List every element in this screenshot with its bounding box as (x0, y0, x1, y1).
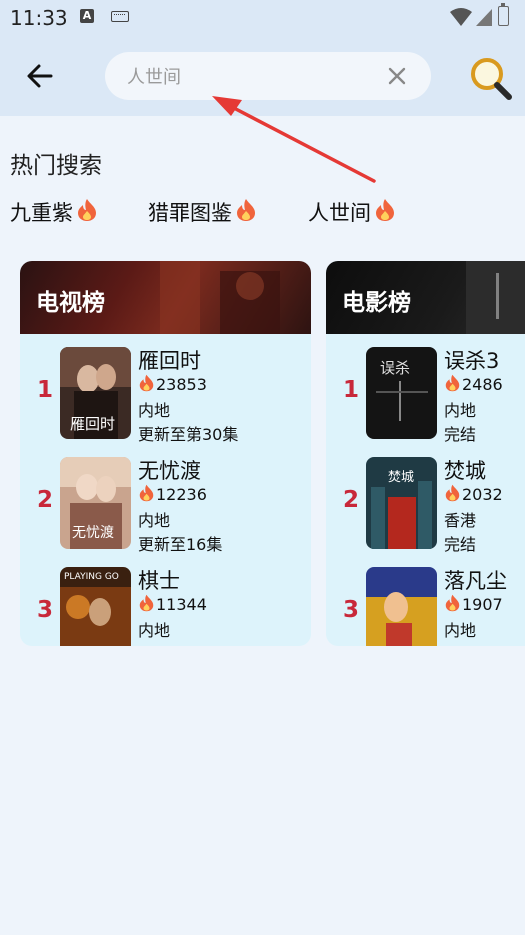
wifi-icon (450, 8, 472, 26)
movie-ranking-card[interactable]: 电影榜 1 误杀 误杀3 2486 内地 完结 2 焚城 焚城 2032 香港 … (326, 261, 525, 646)
item-region: 内地 (444, 621, 477, 640)
flame-icon (376, 199, 394, 221)
back-arrow-icon[interactable] (22, 58, 58, 94)
clear-icon[interactable] (385, 64, 409, 88)
flame-icon (237, 199, 255, 221)
item-heat: 2032 (444, 484, 503, 504)
status-bar: 11:33 A (0, 0, 525, 36)
list-item[interactable]: 1 雁回时 雁回时 23853 内地 更新至第30集 (20, 347, 311, 447)
item-status: 更新至第30集 (138, 425, 239, 444)
poster-image: PLAYING GO (60, 567, 131, 646)
item-region: 内地 (138, 401, 171, 420)
heat-value: 11344 (156, 595, 207, 614)
rank-number: 2 (342, 487, 359, 513)
rank-number: 1 (36, 377, 53, 403)
hot-search-item[interactable]: 猎罪图鉴 (148, 197, 257, 227)
item-heat: 11344 (138, 594, 207, 614)
item-status: 更新至16集 (138, 535, 223, 554)
svg-text:雁回时: 雁回时 (70, 415, 115, 433)
flame-icon (445, 594, 460, 612)
hot-search-label: 人世间 (308, 201, 371, 225)
poster-image: 误杀 (366, 347, 437, 439)
search-header (0, 36, 525, 116)
hot-search-label: 猎罪图鉴 (148, 201, 232, 225)
search-icon[interactable] (466, 54, 514, 102)
item-heat: 1907 (444, 594, 503, 614)
rank-number: 1 (342, 377, 359, 403)
search-input[interactable] (125, 52, 379, 102)
item-region: 内地 (444, 401, 477, 420)
search-box (105, 52, 431, 102)
item-title: 棋士 (138, 569, 180, 593)
flame-icon (445, 484, 460, 502)
svg-text:焚城: 焚城 (388, 470, 414, 485)
item-title: 落凡尘 (444, 569, 507, 593)
item-heat: 23853 (138, 374, 207, 394)
tv-ranking-card[interactable]: 电视榜 1 雁回时 雁回时 23853 内地 更新至第30集 2 无忧渡 无忧渡… (20, 261, 311, 646)
heat-value: 2486 (462, 375, 503, 394)
tv-ranking-title: 电视榜 (36, 290, 105, 316)
status-time: 11:33 (10, 6, 68, 30)
flame-icon (445, 374, 460, 392)
list-item[interactable]: 1 误杀 误杀3 2486 内地 完结 (326, 347, 525, 447)
svg-text:PLAYING GO: PLAYING GO (64, 572, 119, 582)
movie-card-header: 电影榜 (326, 261, 525, 334)
heat-value: 1907 (462, 595, 503, 614)
list-item[interactable]: 3 PLAYING GO 棋士 11344 内地 (20, 567, 311, 646)
svg-text:误杀: 误杀 (380, 359, 410, 377)
flame-icon (139, 594, 154, 612)
hot-search-title: 热门搜索 (10, 153, 102, 179)
battery-icon (498, 3, 509, 26)
hot-search-label: 九重紫 (10, 201, 73, 225)
item-region: 内地 (138, 621, 171, 640)
list-item[interactable]: 2 无忧渡 无忧渡 12236 内地 更新至16集 (20, 457, 311, 557)
item-title: 焚城 (444, 459, 486, 483)
hot-search-item[interactable]: 九重紫 (10, 197, 98, 227)
movie-ranking-title: 电影榜 (342, 290, 411, 316)
heat-value: 23853 (156, 375, 207, 394)
poster-image: 焚城 (366, 457, 437, 549)
svg-text:无忧渡: 无忧渡 (72, 525, 114, 541)
poster-image: 雁回时 (60, 347, 131, 439)
rank-number: 2 (36, 487, 53, 513)
heat-value: 2032 (462, 485, 503, 504)
item-heat: 2486 (444, 374, 503, 394)
rank-number: 3 (342, 597, 359, 623)
list-item[interactable]: 3 落凡尘 1907 内地 (326, 567, 525, 646)
item-status: 完结 (444, 425, 477, 444)
item-title: 无忧渡 (138, 459, 201, 483)
hot-search-item[interactable]: 人世间 (308, 197, 396, 227)
item-region: 香港 (444, 511, 477, 530)
item-title: 雁回时 (138, 349, 201, 373)
keyboard-icon (111, 11, 129, 22)
flame-icon (78, 199, 96, 221)
list-item[interactable]: 2 焚城 焚城 2032 香港 完结 (326, 457, 525, 557)
tv-card-header: 电视榜 (20, 261, 311, 334)
item-title: 误杀3 (444, 349, 500, 373)
poster-image (366, 567, 437, 646)
item-region: 内地 (138, 511, 171, 530)
flame-icon (139, 374, 154, 392)
poster-image: 无忧渡 (60, 457, 131, 549)
flame-icon (139, 484, 154, 502)
accessibility-notification-icon: A (80, 9, 94, 23)
item-heat: 12236 (138, 484, 207, 504)
signal-icon (476, 9, 492, 26)
rank-number: 3 (36, 597, 53, 623)
item-status: 完结 (444, 535, 477, 554)
heat-value: 12236 (156, 485, 207, 504)
